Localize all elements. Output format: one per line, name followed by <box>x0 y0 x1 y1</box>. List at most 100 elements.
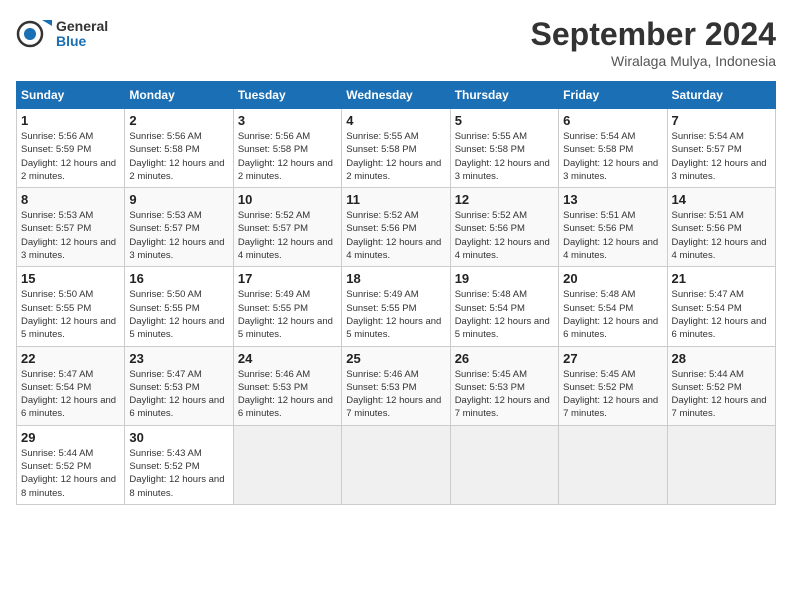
day-info: Sunrise: 5:49 AM Sunset: 5:55 PM Dayligh… <box>346 288 445 341</box>
day-info: Sunrise: 5:51 AM Sunset: 5:56 PM Dayligh… <box>563 209 662 262</box>
day-info: Sunrise: 5:55 AM Sunset: 5:58 PM Dayligh… <box>455 130 554 183</box>
day-info: Sunrise: 5:52 AM Sunset: 5:57 PM Dayligh… <box>238 209 337 262</box>
header-row: SundayMondayTuesdayWednesdayThursdayFrid… <box>17 82 776 109</box>
day-info: Sunrise: 5:44 AM Sunset: 5:52 PM Dayligh… <box>21 447 120 500</box>
calendar-row-1: 1 Sunrise: 5:56 AM Sunset: 5:59 PM Dayli… <box>17 109 776 188</box>
day-number: 8 <box>21 192 120 207</box>
day-info: Sunrise: 5:55 AM Sunset: 5:58 PM Dayligh… <box>346 130 445 183</box>
calendar-cell: 16 Sunrise: 5:50 AM Sunset: 5:55 PM Dayl… <box>125 267 233 346</box>
calendar-cell: 1 Sunrise: 5:56 AM Sunset: 5:59 PM Dayli… <box>17 109 125 188</box>
calendar-cell: 21 Sunrise: 5:47 AM Sunset: 5:54 PM Dayl… <box>667 267 775 346</box>
day-number: 29 <box>21 430 120 445</box>
day-number: 16 <box>129 271 228 286</box>
day-number: 12 <box>455 192 554 207</box>
calendar-cell <box>559 425 667 504</box>
day-info: Sunrise: 5:47 AM Sunset: 5:54 PM Dayligh… <box>21 368 120 421</box>
calendar-cell: 4 Sunrise: 5:55 AM Sunset: 5:58 PM Dayli… <box>342 109 450 188</box>
calendar-row-3: 15 Sunrise: 5:50 AM Sunset: 5:55 PM Dayl… <box>17 267 776 346</box>
day-info: Sunrise: 5:48 AM Sunset: 5:54 PM Dayligh… <box>563 288 662 341</box>
day-number: 18 <box>346 271 445 286</box>
day-number: 10 <box>238 192 337 207</box>
day-info: Sunrise: 5:56 AM Sunset: 5:58 PM Dayligh… <box>238 130 337 183</box>
subtitle: Wiralaga Mulya, Indonesia <box>531 53 776 69</box>
day-number: 5 <box>455 113 554 128</box>
day-number: 21 <box>672 271 771 286</box>
calendar-cell: 15 Sunrise: 5:50 AM Sunset: 5:55 PM Dayl… <box>17 267 125 346</box>
day-info: Sunrise: 5:50 AM Sunset: 5:55 PM Dayligh… <box>129 288 228 341</box>
day-number: 2 <box>129 113 228 128</box>
day-number: 28 <box>672 351 771 366</box>
calendar-cell: 14 Sunrise: 5:51 AM Sunset: 5:56 PM Dayl… <box>667 188 775 267</box>
day-number: 1 <box>21 113 120 128</box>
day-number: 6 <box>563 113 662 128</box>
calendar-cell: 30 Sunrise: 5:43 AM Sunset: 5:52 PM Dayl… <box>125 425 233 504</box>
calendar-cell: 27 Sunrise: 5:45 AM Sunset: 5:52 PM Dayl… <box>559 346 667 425</box>
calendar-cell: 28 Sunrise: 5:44 AM Sunset: 5:52 PM Dayl… <box>667 346 775 425</box>
day-info: Sunrise: 5:45 AM Sunset: 5:52 PM Dayligh… <box>563 368 662 421</box>
day-number: 26 <box>455 351 554 366</box>
day-info: Sunrise: 5:56 AM Sunset: 5:59 PM Dayligh… <box>21 130 120 183</box>
day-number: 11 <box>346 192 445 207</box>
calendar-row-2: 8 Sunrise: 5:53 AM Sunset: 5:57 PM Dayli… <box>17 188 776 267</box>
calendar-cell: 9 Sunrise: 5:53 AM Sunset: 5:57 PM Dayli… <box>125 188 233 267</box>
calendar-cell: 10 Sunrise: 5:52 AM Sunset: 5:57 PM Dayl… <box>233 188 341 267</box>
day-info: Sunrise: 5:51 AM Sunset: 5:56 PM Dayligh… <box>672 209 771 262</box>
page-header: General Blue September 2024 Wiralaga Mul… <box>16 16 776 69</box>
day-info: Sunrise: 5:49 AM Sunset: 5:55 PM Dayligh… <box>238 288 337 341</box>
logo-text: General Blue <box>56 19 108 50</box>
day-info: Sunrise: 5:43 AM Sunset: 5:52 PM Dayligh… <box>129 447 228 500</box>
day-number: 13 <box>563 192 662 207</box>
logo-icon <box>16 16 52 52</box>
col-header-monday: Monday <box>125 82 233 109</box>
day-number: 17 <box>238 271 337 286</box>
day-number: 24 <box>238 351 337 366</box>
day-info: Sunrise: 5:46 AM Sunset: 5:53 PM Dayligh… <box>238 368 337 421</box>
calendar-cell: 11 Sunrise: 5:52 AM Sunset: 5:56 PM Dayl… <box>342 188 450 267</box>
logo-container: General Blue <box>16 16 108 52</box>
col-header-saturday: Saturday <box>667 82 775 109</box>
day-number: 27 <box>563 351 662 366</box>
calendar-cell: 29 Sunrise: 5:44 AM Sunset: 5:52 PM Dayl… <box>17 425 125 504</box>
day-info: Sunrise: 5:48 AM Sunset: 5:54 PM Dayligh… <box>455 288 554 341</box>
calendar-cell: 12 Sunrise: 5:52 AM Sunset: 5:56 PM Dayl… <box>450 188 558 267</box>
day-number: 19 <box>455 271 554 286</box>
day-info: Sunrise: 5:52 AM Sunset: 5:56 PM Dayligh… <box>455 209 554 262</box>
day-number: 20 <box>563 271 662 286</box>
day-number: 25 <box>346 351 445 366</box>
calendar-cell <box>342 425 450 504</box>
calendar-cell: 23 Sunrise: 5:47 AM Sunset: 5:53 PM Dayl… <box>125 346 233 425</box>
calendar-row-5: 29 Sunrise: 5:44 AM Sunset: 5:52 PM Dayl… <box>17 425 776 504</box>
calendar-cell: 8 Sunrise: 5:53 AM Sunset: 5:57 PM Dayli… <box>17 188 125 267</box>
calendar-cell <box>450 425 558 504</box>
day-info: Sunrise: 5:53 AM Sunset: 5:57 PM Dayligh… <box>129 209 228 262</box>
calendar-cell: 19 Sunrise: 5:48 AM Sunset: 5:54 PM Dayl… <box>450 267 558 346</box>
col-header-sunday: Sunday <box>17 82 125 109</box>
day-info: Sunrise: 5:45 AM Sunset: 5:53 PM Dayligh… <box>455 368 554 421</box>
calendar-cell: 13 Sunrise: 5:51 AM Sunset: 5:56 PM Dayl… <box>559 188 667 267</box>
col-header-tuesday: Tuesday <box>233 82 341 109</box>
day-info: Sunrise: 5:50 AM Sunset: 5:55 PM Dayligh… <box>21 288 120 341</box>
day-number: 22 <box>21 351 120 366</box>
calendar-cell: 3 Sunrise: 5:56 AM Sunset: 5:58 PM Dayli… <box>233 109 341 188</box>
calendar-cell: 2 Sunrise: 5:56 AM Sunset: 5:58 PM Dayli… <box>125 109 233 188</box>
logo: General Blue <box>16 16 108 52</box>
day-info: Sunrise: 5:46 AM Sunset: 5:53 PM Dayligh… <box>346 368 445 421</box>
calendar-cell: 17 Sunrise: 5:49 AM Sunset: 5:55 PM Dayl… <box>233 267 341 346</box>
day-info: Sunrise: 5:56 AM Sunset: 5:58 PM Dayligh… <box>129 130 228 183</box>
title-block: September 2024 Wiralaga Mulya, Indonesia <box>531 16 776 69</box>
day-info: Sunrise: 5:53 AM Sunset: 5:57 PM Dayligh… <box>21 209 120 262</box>
day-number: 14 <box>672 192 771 207</box>
day-info: Sunrise: 5:52 AM Sunset: 5:56 PM Dayligh… <box>346 209 445 262</box>
calendar-cell <box>667 425 775 504</box>
calendar-table: SundayMondayTuesdayWednesdayThursdayFrid… <box>16 81 776 505</box>
day-info: Sunrise: 5:44 AM Sunset: 5:52 PM Dayligh… <box>672 368 771 421</box>
day-info: Sunrise: 5:54 AM Sunset: 5:58 PM Dayligh… <box>563 130 662 183</box>
calendar-cell: 25 Sunrise: 5:46 AM Sunset: 5:53 PM Dayl… <box>342 346 450 425</box>
calendar-cell: 20 Sunrise: 5:48 AM Sunset: 5:54 PM Dayl… <box>559 267 667 346</box>
calendar-cell: 26 Sunrise: 5:45 AM Sunset: 5:53 PM Dayl… <box>450 346 558 425</box>
calendar-row-4: 22 Sunrise: 5:47 AM Sunset: 5:54 PM Dayl… <box>17 346 776 425</box>
day-number: 30 <box>129 430 228 445</box>
day-info: Sunrise: 5:54 AM Sunset: 5:57 PM Dayligh… <box>672 130 771 183</box>
day-number: 23 <box>129 351 228 366</box>
calendar-cell: 6 Sunrise: 5:54 AM Sunset: 5:58 PM Dayli… <box>559 109 667 188</box>
